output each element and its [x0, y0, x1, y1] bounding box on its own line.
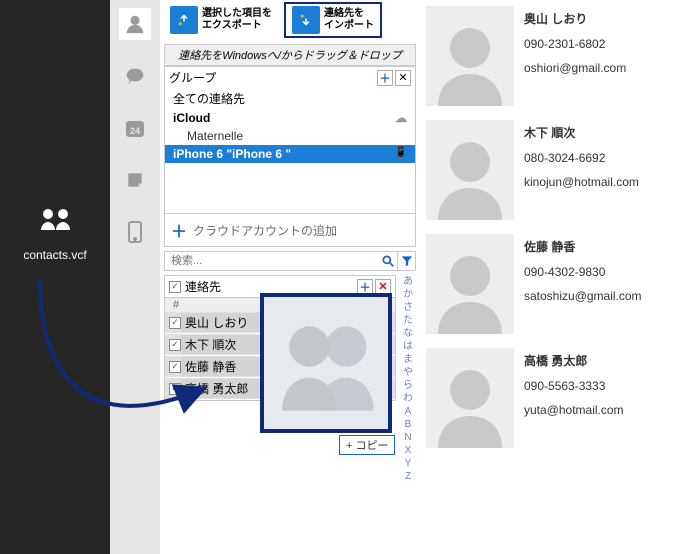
- sidebar-notes[interactable]: [119, 164, 151, 196]
- index-char[interactable]: わ: [403, 392, 413, 405]
- plus-icon: ＋: [171, 218, 187, 242]
- card-name: 高橋 勇太郎: [524, 352, 624, 369]
- card-name: 木下 順次: [524, 124, 639, 141]
- drag-preview: [260, 293, 392, 433]
- row-checkbox[interactable]: ✓: [169, 361, 181, 373]
- row-checkbox[interactable]: ✓: [169, 317, 181, 329]
- index-char[interactable]: た: [403, 314, 413, 327]
- desktop-area: contacts.vcf: [0, 0, 110, 554]
- contact-card[interactable]: 高橋 勇太郎 090-5563-3333 yuta@hotmail.com: [426, 348, 696, 448]
- card-email: yuta@hotmail.com: [524, 403, 624, 417]
- import-button[interactable]: 連絡先を インポート: [284, 2, 382, 38]
- group-all-contacts[interactable]: 全ての連絡先: [165, 88, 415, 109]
- drag-drop-banner: 連絡先をWindowsへ/からドラッグ＆ドロップ: [164, 44, 416, 66]
- contact-cards-panel: 奥山 しおり 090-2301-6802 oshiori@gmail.com 木…: [416, 0, 700, 554]
- avatar: [426, 120, 514, 220]
- index-char[interactable]: さ: [403, 301, 413, 314]
- row-checkbox[interactable]: ✓: [169, 383, 181, 395]
- index-char[interactable]: あ: [403, 275, 413, 288]
- search-input[interactable]: [165, 252, 379, 270]
- index-char[interactable]: Z: [405, 470, 411, 483]
- sidebar-calendar[interactable]: 24: [119, 112, 151, 144]
- contact-card[interactable]: 佐藤 静香 090-4302-9830 satoshizu@gmail.com: [426, 234, 696, 334]
- delete-group-button[interactable]: ✕: [395, 70, 411, 86]
- index-char[interactable]: は: [403, 340, 413, 353]
- avatar: [426, 6, 514, 106]
- main-panel: 選択した項目を エクスポート 連絡先を インポート 連絡先をWindowsへ/か…: [160, 0, 416, 554]
- card-email: kinojun@hotmail.com: [524, 175, 639, 189]
- export-button[interactable]: 選択した項目を エクスポート: [164, 2, 278, 38]
- copy-tooltip: + コピー: [339, 435, 395, 455]
- card-name: 佐藤 静香: [524, 238, 642, 255]
- index-char[interactable]: な: [403, 327, 413, 340]
- search-row: [164, 251, 416, 271]
- sidebar-contacts[interactable]: [119, 8, 151, 40]
- contact-card[interactable]: 奥山 しおり 090-2301-6802 oshiori@gmail.com: [426, 6, 696, 106]
- sidebar: 24: [110, 0, 160, 554]
- add-group-button[interactable]: ＋: [377, 70, 393, 86]
- contact-card[interactable]: 木下 順次 080-3024-6692 kinojun@hotmail.com: [426, 120, 696, 220]
- sidebar-device[interactable]: [119, 216, 151, 248]
- group-icloud[interactable]: iCloud ☁: [165, 109, 415, 127]
- index-char[interactable]: か: [403, 288, 413, 301]
- card-name: 奥山 しおり: [524, 10, 626, 27]
- index-char[interactable]: ら: [403, 379, 413, 392]
- index-char[interactable]: Y: [405, 457, 412, 470]
- group-iphone6[interactable]: iPhone 6 "iPhone 6 " 📱: [165, 145, 415, 163]
- avatar: [426, 234, 514, 334]
- index-column: あ か さ た な は ま や ら わ A B N X Y Z: [400, 275, 416, 483]
- index-char[interactable]: X: [405, 444, 412, 457]
- sidebar-messages[interactable]: [119, 60, 151, 92]
- filter-icon[interactable]: [397, 252, 415, 270]
- index-char[interactable]: や: [403, 366, 413, 379]
- import-label: 連絡先を インポート: [324, 8, 374, 32]
- export-icon: [170, 6, 198, 34]
- index-char[interactable]: ま: [403, 353, 413, 366]
- index-char[interactable]: B: [405, 418, 412, 431]
- add-cloud-account[interactable]: ＋ クラウドアカウントの追加: [165, 213, 415, 246]
- group-header: グループ: [169, 69, 216, 86]
- cloud-icon: ☁: [395, 111, 407, 125]
- index-char[interactable]: N: [404, 431, 411, 444]
- import-icon: [292, 6, 320, 34]
- card-phone: 080-3024-6692: [524, 151, 639, 165]
- vcf-file-icon[interactable]: [35, 200, 75, 240]
- group-list: 全ての連絡先 iCloud ☁ Maternelle iPhone 6 "iPh…: [165, 88, 415, 213]
- toolbar: 選択した項目を エクスポート 連絡先を インポート: [164, 2, 416, 38]
- svg-text:24: 24: [130, 126, 140, 136]
- export-label: 選択した項目を エクスポート: [202, 8, 272, 32]
- index-char[interactable]: A: [405, 405, 412, 418]
- search-icon[interactable]: [379, 252, 397, 270]
- avatar: [426, 348, 514, 448]
- card-phone: 090-2301-6802: [524, 37, 626, 51]
- select-all-checkbox[interactable]: ✓: [169, 281, 181, 293]
- group-panel: グループ ＋ ✕ 全ての連絡先 iCloud ☁ Maternelle iPho…: [164, 66, 416, 247]
- card-phone: 090-4302-9830: [524, 265, 642, 279]
- phone-icon: 📱: [395, 147, 407, 161]
- card-email: oshiori@gmail.com: [524, 61, 626, 75]
- group-maternelle[interactable]: Maternelle: [165, 127, 415, 145]
- card-email: satoshizu@gmail.com: [524, 289, 642, 303]
- vcf-file-label: contacts.vcf: [23, 248, 86, 262]
- card-phone: 090-5563-3333: [524, 379, 624, 393]
- row-checkbox[interactable]: ✓: [169, 339, 181, 351]
